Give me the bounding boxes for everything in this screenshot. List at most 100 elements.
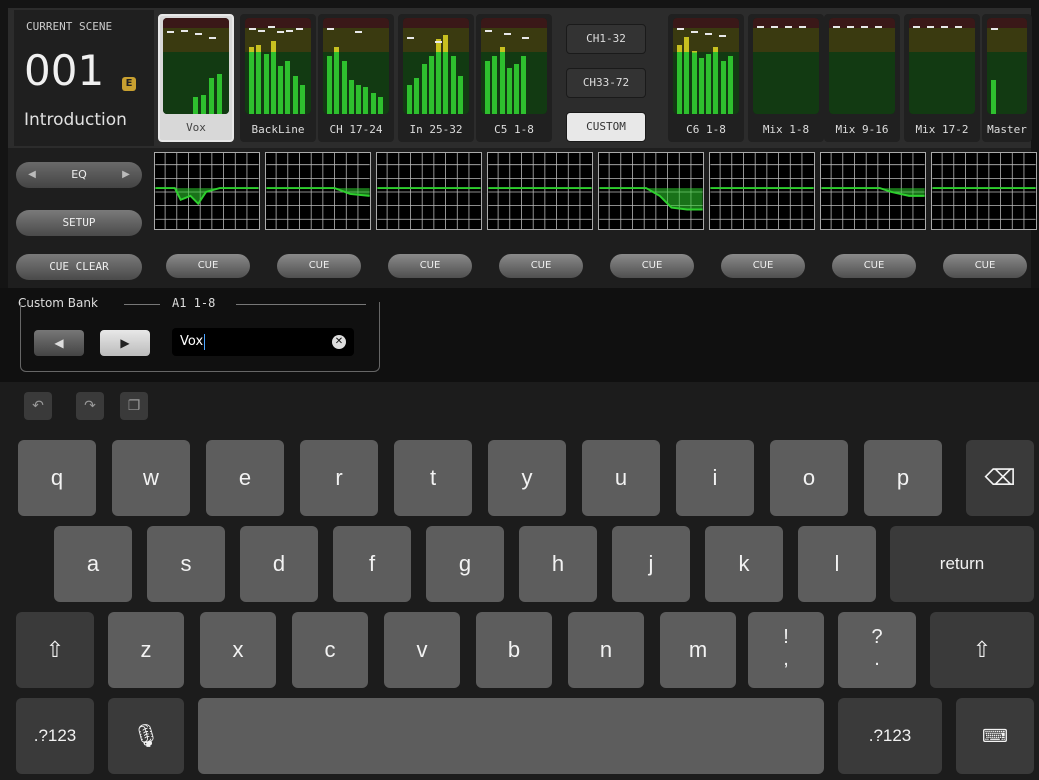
key-u[interactable]: u: [582, 440, 660, 516]
space-key[interactable]: [198, 698, 824, 774]
peak-hold: [677, 27, 684, 30]
meter-bar: [506, 67, 512, 114]
right-shift-key[interactable]: ⇧: [930, 612, 1034, 688]
level-meter: [829, 18, 895, 114]
meter-bar: [270, 41, 276, 114]
channel-tile[interactable]: C5 1-8: [476, 14, 552, 142]
cue-button[interactable]: CUE: [610, 254, 694, 278]
eq-selector[interactable]: ◀ EQ ▶: [16, 162, 142, 188]
key-f[interactable]: f: [333, 526, 411, 602]
channel-tile[interactable]: Mix 17-2: [904, 14, 980, 142]
bank-ch33-72-button[interactable]: CH33-72: [566, 68, 646, 98]
key-l[interactable]: l: [798, 526, 876, 602]
key-r[interactable]: r: [300, 440, 378, 516]
key-o[interactable]: o: [770, 440, 848, 516]
channel-tile[interactable]: Master: [982, 14, 1032, 142]
eq-graph[interactable]: [376, 152, 482, 230]
key-i[interactable]: i: [676, 440, 754, 516]
key-w[interactable]: w: [112, 440, 190, 516]
eq-graph[interactable]: [931, 152, 1037, 230]
cue-button[interactable]: CUE: [166, 254, 250, 278]
backspace-key[interactable]: ⌫: [966, 440, 1034, 516]
cue-button[interactable]: CUE: [832, 254, 916, 278]
question-period-key[interactable]: ?.: [838, 612, 916, 688]
hide-keyboard-key[interactable]: ⌨: [956, 698, 1034, 774]
key-v[interactable]: v: [384, 612, 460, 688]
right-arrow-icon[interactable]: ▶: [114, 162, 138, 188]
key-a[interactable]: a: [54, 526, 132, 602]
channel-tile[interactable]: Mix 9-16: [824, 14, 900, 142]
bank-next-button[interactable]: ▶: [100, 330, 150, 356]
bank-custom-button[interactable]: CUSTOM: [566, 112, 646, 142]
meter-bar: [499, 46, 505, 114]
meter-bar: [521, 56, 527, 114]
key-p[interactable]: p: [864, 440, 942, 516]
mic-icon: 🎙: [132, 723, 160, 748]
key-e[interactable]: e: [206, 440, 284, 516]
key-s[interactable]: s: [147, 526, 225, 602]
setup-button[interactable]: SETUP: [16, 210, 142, 236]
peak-hold: [277, 31, 284, 34]
channel-tile[interactable]: CH 17-24: [318, 14, 394, 142]
meter-bar: [991, 80, 996, 114]
key-q[interactable]: q: [18, 440, 96, 516]
key-b[interactable]: b: [476, 612, 552, 688]
peak-hold: [757, 25, 764, 28]
numbers-key-right[interactable]: .?123: [838, 698, 942, 774]
current-scene-panel[interactable]: CURRENT SCENE 001 E Introduction: [14, 10, 154, 146]
key-y[interactable]: y: [488, 440, 566, 516]
eq-graph[interactable]: [487, 152, 593, 230]
numbers-key-left[interactable]: .?123: [16, 698, 94, 774]
peak-hold: [522, 37, 530, 40]
cue-button[interactable]: CUE: [277, 254, 361, 278]
bank-name-input[interactable]: Vox ✕: [172, 328, 354, 356]
bank-ch1-32-button[interactable]: CH1-32: [566, 24, 646, 54]
key-m[interactable]: m: [660, 612, 736, 688]
level-meter: [481, 18, 547, 114]
exclaim-label: !: [783, 626, 789, 648]
left-shift-key[interactable]: ⇧: [16, 612, 94, 688]
eq-graph[interactable]: [265, 152, 371, 230]
key-j[interactable]: j: [612, 526, 690, 602]
key-d[interactable]: d: [240, 526, 318, 602]
return-key[interactable]: return: [890, 526, 1034, 602]
meter-zone: [481, 18, 547, 28]
channel-tile-label: CH 17-24: [329, 123, 383, 136]
peak-hold: [195, 33, 202, 36]
cue-clear-button[interactable]: CUE CLEAR: [16, 254, 142, 280]
clear-icon[interactable]: ✕: [332, 335, 346, 349]
key-n[interactable]: n: [568, 612, 644, 688]
key-k[interactable]: k: [705, 526, 783, 602]
cue-button[interactable]: CUE: [943, 254, 1027, 278]
key-c[interactable]: c: [292, 612, 368, 688]
channel-tile-label: Vox: [186, 121, 206, 134]
channel-tile[interactable]: Mix 1-8: [748, 14, 824, 142]
undo-icon[interactable]: ↶: [24, 392, 52, 420]
left-arrow-icon[interactable]: ◀: [20, 162, 44, 188]
key-x[interactable]: x: [200, 612, 276, 688]
cue-button[interactable]: CUE: [499, 254, 583, 278]
bank-prev-button[interactable]: ◀: [34, 330, 84, 356]
key-h[interactable]: h: [519, 526, 597, 602]
eq-graph[interactable]: [709, 152, 815, 230]
paste-icon[interactable]: ❐: [120, 392, 148, 420]
eq-graph[interactable]: [154, 152, 260, 230]
key-t[interactable]: t: [394, 440, 472, 516]
channel-tile[interactable]: In 25-32: [398, 14, 474, 142]
cue-button[interactable]: CUE: [721, 254, 805, 278]
eq-graph[interactable]: [598, 152, 704, 230]
channel-tile[interactable]: C6 1-8: [668, 14, 744, 142]
meter-bar: [209, 77, 214, 114]
key-z[interactable]: z: [108, 612, 184, 688]
redo-icon[interactable]: ↷: [76, 392, 104, 420]
meter-zone: [829, 52, 895, 114]
key-g[interactable]: g: [426, 526, 504, 602]
exclaim-comma-key[interactable]: !,: [748, 612, 824, 688]
cue-button[interactable]: CUE: [388, 254, 472, 278]
eq-graph[interactable]: [820, 152, 926, 230]
level-meter: [403, 18, 469, 114]
channel-tile[interactable]: Vox: [158, 14, 234, 142]
dictation-key[interactable]: 🎙: [108, 698, 184, 774]
meter-bar: [414, 77, 420, 114]
channel-tile[interactable]: BackLine: [240, 14, 316, 142]
